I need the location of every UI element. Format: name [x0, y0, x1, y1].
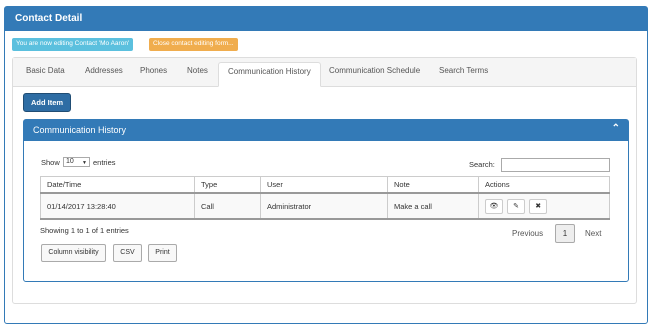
show-label: Show [41, 158, 60, 167]
print-button[interactable]: Print [148, 244, 177, 262]
tab-basic-data[interactable]: Basic Data [26, 66, 65, 75]
add-item-button[interactable]: Add Item [23, 93, 71, 112]
chevron-up-icon[interactable]: ⌃ [612, 123, 620, 134]
eye-icon: 👁 [489, 202, 499, 210]
tab-addresses[interactable]: Addresses [85, 66, 123, 75]
editing-notice-badge: You are now editing Contact 'Mo Aaron' [12, 38, 134, 51]
tab-communication-schedule[interactable]: Communication Schedule [329, 66, 420, 75]
panel-title: Contact Detail [5, 7, 647, 31]
view-button[interactable]: 👁 [485, 198, 503, 214]
pagination-page-1[interactable]: 1 [555, 224, 575, 243]
cell-note: Make a call [387, 193, 479, 220]
communication-history-heading: Communication History ⌃ [24, 120, 628, 141]
table-header-row: Date/Time Type User Note Actions [40, 176, 610, 194]
pagination-previous[interactable]: Previous [512, 229, 543, 238]
table-row: 01/14/2017 13:28:40 Call Administrator M… [40, 193, 610, 220]
search-input[interactable] [501, 158, 610, 172]
column-visibility-button[interactable]: Column visibility [41, 244, 106, 262]
csv-button[interactable]: CSV [113, 244, 142, 262]
column-header-datetime[interactable]: Date/Time [40, 176, 195, 194]
tab-search-terms[interactable]: Search Terms [439, 66, 488, 75]
communication-history-table: Date/Time Type User Note Actions 01/14/2… [40, 176, 610, 220]
edit-button[interactable]: ✎ [507, 198, 526, 214]
cell-type: Call [194, 193, 261, 220]
pagination-next[interactable]: Next [585, 229, 601, 238]
entries-select-value: 10 [66, 158, 74, 165]
tab-bar: Basic Data Addresses Phones Notes Commun… [13, 58, 636, 87]
entries-select[interactable]: 10 ▼ [63, 157, 90, 167]
caret-down-icon: ▼ [82, 160, 87, 166]
column-header-type[interactable]: Type [194, 176, 261, 194]
communication-history-title: Communication History [33, 125, 127, 135]
tab-phones[interactable]: Phones [140, 66, 167, 75]
table-info: Showing 1 to 1 of 1 entries [40, 226, 129, 235]
cell-datetime: 01/14/2017 13:28:40 [40, 193, 195, 220]
tab-communication-history[interactable]: Communication History [218, 62, 321, 87]
delete-button[interactable]: ✖ [529, 198, 548, 214]
column-header-actions: Actions [478, 176, 610, 194]
column-header-note[interactable]: Note [387, 176, 479, 194]
tab-notes[interactable]: Notes [187, 66, 208, 75]
column-header-user[interactable]: User [260, 176, 388, 194]
cell-actions: 👁 ✎ ✖ [478, 193, 610, 220]
search-label: Search: [469, 160, 495, 169]
times-icon: ✖ [535, 202, 542, 210]
edit-icon: ✎ [513, 202, 520, 210]
cell-user: Administrator [260, 193, 388, 220]
entries-label: entries [93, 158, 116, 167]
close-editing-form-button[interactable]: Close contact editing form... [149, 38, 238, 51]
